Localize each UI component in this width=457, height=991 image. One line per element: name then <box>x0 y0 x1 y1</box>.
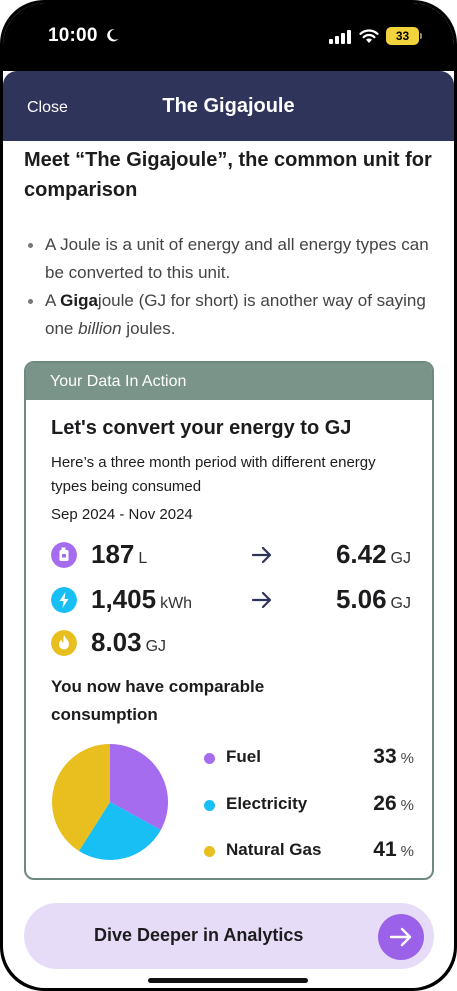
fuel-unit: L <box>138 550 148 567</box>
moon-icon <box>107 29 119 42</box>
electricity-percent: 26 <box>373 792 397 815</box>
electricity-gj-unit: GJ <box>390 595 411 612</box>
battery-indicator: 33 <box>386 27 419 45</box>
arrow-right-icon <box>389 927 412 947</box>
legend-dot-electricity <box>204 800 215 811</box>
legend-dot-fuel <box>204 753 215 764</box>
status-bar: 10:00 33 <box>3 3 454 71</box>
electricity-gj-value: 5.06 <box>335 584 387 614</box>
fuel-percent: 33 <box>373 745 397 768</box>
bullet-italic-billion: billion <box>78 319 122 338</box>
page-title: The Gigajoule <box>162 95 295 117</box>
arrow-right-icon <box>251 591 272 609</box>
battery-nub <box>420 33 422 39</box>
cellular-signal-icon <box>329 30 351 44</box>
legend-value-electricity: 26% <box>373 792 414 816</box>
legend-row-fuel: Fuel 33% <box>204 745 414 770</box>
legend-label-fuel: Fuel <box>226 747 261 766</box>
legend-label-gas: Natural Gas <box>226 840 322 859</box>
comparable-pre: You now have <box>51 677 169 696</box>
energy-row-fuel: 187 L 6.42 GJ <box>51 539 411 571</box>
bullet-text: joules. <box>121 319 176 338</box>
bullet-joule: A Joule is a unit of energy and all ener… <box>24 231 444 287</box>
gas-value: 8.03 GJ <box>91 627 166 658</box>
fuel-value: 187 L <box>91 539 147 570</box>
date-range: Sep 2024 - Nov 2024 <box>51 506 193 523</box>
electricity-bolt-icon <box>51 587 77 613</box>
gas-flame-icon <box>51 630 77 656</box>
percent-sign: % <box>400 750 414 767</box>
bullet-bold-giga: Giga <box>60 291 98 310</box>
energy-row-gas: 8.03 GJ <box>51 627 411 659</box>
intro-headline: Meet “The Gigajoule”, the common unit fo… <box>24 149 432 201</box>
card-description: Here’s a three month period with differe… <box>51 454 376 495</box>
electricity-value: 1,405 kWh <box>91 584 192 615</box>
bullet-text: A <box>45 291 61 310</box>
fuel-amount: 187 <box>91 539 135 569</box>
legend-row-gas: Natural Gas 41% <box>204 838 414 863</box>
fuel-gj-unit: GJ <box>390 550 411 567</box>
gas-percent: 41 <box>373 838 397 861</box>
comparable-post: consumption <box>51 705 158 724</box>
dive-deeper-button[interactable]: Dive Deeper in Analytics <box>24 903 434 969</box>
gas-unit: GJ <box>145 638 167 655</box>
energy-row-electricity: 1,405 kWh 5.06 GJ <box>51 584 411 616</box>
screen: 10:00 33 Close The Gigajoule Meet “The G… <box>3 3 454 988</box>
consumption-pie-chart <box>52 744 168 860</box>
comparable-bold: comparable <box>168 677 265 696</box>
card-header: Your Data In Action <box>26 363 432 400</box>
legend-label-electricity: Electricity <box>226 794 308 813</box>
legend-dot-gas <box>204 846 215 857</box>
percent-sign: % <box>400 797 414 814</box>
electricity-amount: 1,405 <box>91 584 157 614</box>
status-time: 10:00 <box>48 25 98 46</box>
fuel-gj-value: 6.42 <box>335 539 387 569</box>
arrow-right-icon <box>251 546 272 564</box>
legend-value-fuel: 33% <box>373 745 414 769</box>
bullet-gigajoule: A Gigajoule (GJ for short) is another wa… <box>24 287 444 343</box>
intro-bullets: A Joule is a unit of energy and all ener… <box>24 231 444 343</box>
arrow-right-circle-icon[interactable] <box>378 914 424 960</box>
comparable-text: You now have comparable consumption <box>51 673 351 729</box>
legend-row-electricity: Electricity 26% <box>204 792 414 817</box>
home-indicator[interactable] <box>148 978 308 983</box>
electricity-converted: 5.06 GJ <box>336 584 411 615</box>
wifi-icon <box>359 29 379 43</box>
fuel-can-icon <box>51 542 77 568</box>
legend-value-gas: 41% <box>373 838 414 862</box>
gas-amount: 8.03 <box>91 627 142 657</box>
phone-frame: 10:00 33 Close The Gigajoule Meet “The G… <box>0 0 457 991</box>
dive-deeper-label: Dive Deeper in Analytics <box>94 925 304 945</box>
percent-sign: % <box>400 843 414 860</box>
fuel-converted: 6.42 GJ <box>336 539 411 570</box>
data-in-action-card: Your Data In Action Let's convert your e… <box>24 361 434 880</box>
card-title: Let's convert your energy to GJ <box>51 417 352 439</box>
electricity-unit: kWh <box>160 595 193 612</box>
